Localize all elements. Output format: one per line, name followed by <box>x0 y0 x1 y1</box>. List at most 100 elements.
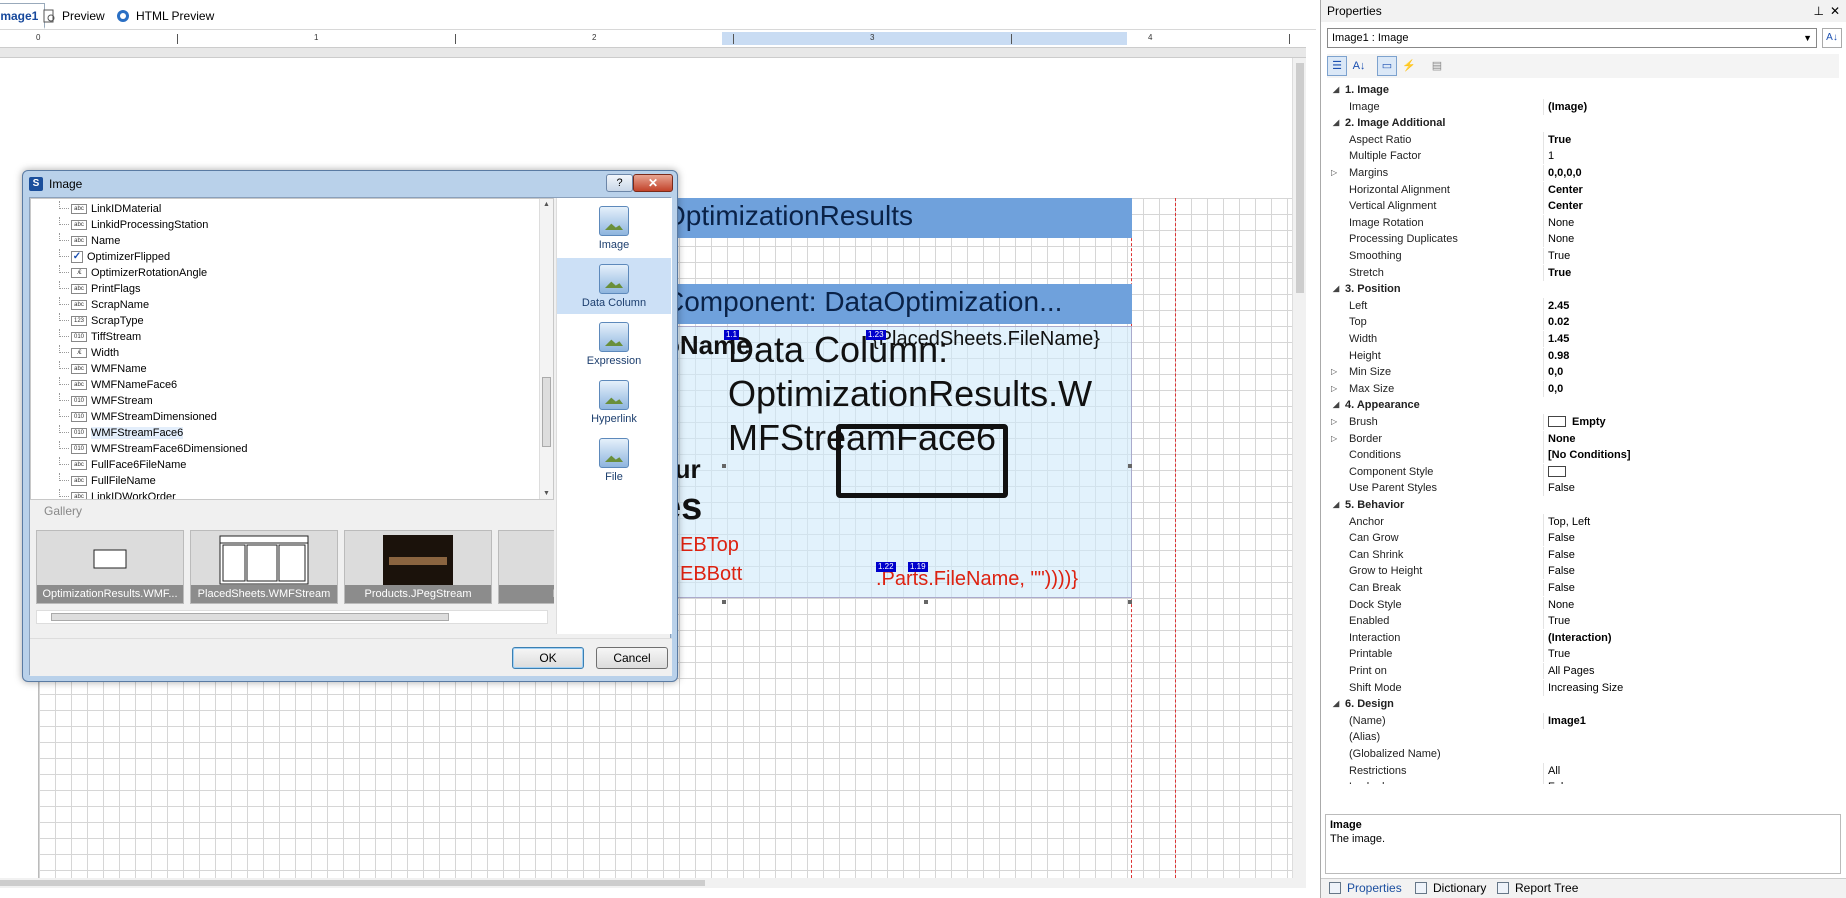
tree-item[interactable]: 010 WMFStreamFace6 <box>59 425 184 441</box>
property-value[interactable]: True <box>1543 264 1833 281</box>
expression-text[interactable]: EBBott <box>680 563 742 586</box>
property-value[interactable]: True <box>1543 248 1833 264</box>
property-row[interactable]: Aspect Ratio True <box>1327 131 1839 148</box>
expand-icon[interactable]: ▷ <box>1331 431 1337 447</box>
property-value[interactable]: 1.45 <box>1543 331 1833 347</box>
collapse-icon[interactable]: ◢ <box>1333 82 1339 98</box>
property-value[interactable]: None <box>1543 214 1833 231</box>
property-row[interactable]: Dock Style None <box>1327 596 1839 613</box>
property-row[interactable]: Left 2.45 <box>1327 297 1839 314</box>
resize-handle[interactable] <box>924 600 928 604</box>
property-category[interactable]: ◢ 2. Image Additional <box>1327 115 1839 132</box>
source-file[interactable]: File <box>557 432 671 488</box>
property-row[interactable]: Grow to Height False <box>1327 563 1839 580</box>
property-value[interactable] <box>1543 463 1833 480</box>
property-value[interactable]: False <box>1543 530 1833 547</box>
gallery-item[interactable]: Products.JPegStream <box>344 530 492 604</box>
tab-html-preview[interactable]: HTML Preview <box>110 3 220 29</box>
resize-handle[interactable] <box>722 600 726 604</box>
tree-item[interactable]: .€ Width <box>59 345 119 361</box>
property-row[interactable]: Restrictions All <box>1327 762 1839 779</box>
tree-item[interactable]: 010 WMFStreamFace6Dimensioned <box>59 441 248 457</box>
ok-button[interactable]: OK <box>512 647 584 669</box>
resize-handle[interactable] <box>722 464 726 468</box>
tree-item[interactable]: ✓ OptimizerFlipped <box>59 249 170 265</box>
property-row[interactable]: ▷ Border None <box>1327 430 1839 447</box>
scroll-down-icon[interactable]: ▼ <box>543 490 550 497</box>
alphabetical-icon[interactable]: A↓ <box>1349 56 1369 76</box>
property-value[interactable]: Center <box>1543 198 1833 215</box>
property-row[interactable]: Anchor Top, Left <box>1327 513 1839 530</box>
tree-item[interactable]: abc WMFName <box>59 361 147 377</box>
sort-order-button[interactable]: A↓ <box>1822 28 1842 48</box>
source-data-column[interactable]: Data Column <box>557 258 671 314</box>
property-value[interactable]: True <box>1543 613 1833 630</box>
property-row[interactable]: ▷ Max Size 0,0 <box>1327 380 1839 397</box>
expand-icon[interactable]: ▷ <box>1331 364 1337 380</box>
tree-item[interactable]: 010 WMFStream <box>59 393 153 409</box>
scrollbar-thumb[interactable] <box>0 880 705 886</box>
property-value[interactable]: Top, Left <box>1543 513 1833 530</box>
categorized-icon[interactable]: ☰ <box>1327 56 1347 76</box>
property-row[interactable]: Can Break False <box>1327 580 1839 596</box>
property-category[interactable]: ◢ 1. Image <box>1327 82 1839 98</box>
tree-item[interactable]: abc Name <box>59 233 120 249</box>
property-value[interactable]: Empty <box>1543 414 1833 430</box>
property-value[interactable]: False <box>1543 480 1833 497</box>
tab-preview[interactable]: Preview <box>36 3 111 29</box>
tree-item[interactable]: 010 WMFStreamDimensioned <box>59 409 217 425</box>
property-value[interactable]: False <box>1543 779 1833 784</box>
pin-icon[interactable]: ⊥ <box>1814 0 1824 22</box>
property-category[interactable]: ◢ 6. Design <box>1327 696 1839 713</box>
help-button[interactable]: ? <box>606 174 633 192</box>
expression-text[interactable]: .Parts.FileName, ""))))} <box>876 568 1078 591</box>
resize-handle[interactable] <box>1128 600 1132 604</box>
property-row[interactable]: Smoothing True <box>1327 248 1839 264</box>
gallery-horizontal-scrollbar[interactable] <box>36 610 548 624</box>
tree-item[interactable]: .€ OptimizerRotationAngle <box>59 265 207 281</box>
property-row[interactable]: Height 0.98 <box>1327 347 1839 364</box>
property-value[interactable]: 0,0 <box>1543 380 1833 397</box>
source-image[interactable]: Image <box>557 200 671 256</box>
property-row[interactable]: Can Grow False <box>1327 530 1839 547</box>
source-expression[interactable]: Expression <box>557 316 671 372</box>
expand-icon[interactable]: ▷ <box>1331 381 1337 397</box>
property-value[interactable]: None <box>1543 596 1833 613</box>
property-value[interactable]: Center <box>1543 181 1833 198</box>
property-row[interactable]: ▷ Brush Empty <box>1327 414 1839 430</box>
property-row[interactable]: Shift Mode Increasing Size <box>1327 679 1839 696</box>
property-value[interactable]: False <box>1543 563 1833 580</box>
property-value[interactable]: (Interaction) <box>1543 629 1833 646</box>
property-row[interactable]: Image (Image) <box>1327 98 1839 115</box>
scroll-up-icon[interactable]: ▲ <box>543 201 550 208</box>
property-row[interactable]: Width 1.45 <box>1327 331 1839 347</box>
tree-item[interactable]: abc WMFNameFace6 <box>59 377 177 393</box>
events-icon[interactable]: ⚡ <box>1399 56 1419 76</box>
property-value[interactable]: 0.98 <box>1543 347 1833 364</box>
property-row[interactable]: Component Style <box>1327 463 1839 480</box>
gallery-item[interactable]: OptimizationResults.WMF... <box>36 530 184 604</box>
tree-item[interactable]: abc ScrapName <box>59 297 149 313</box>
tab-report-tree[interactable]: Report Tree <box>1497 881 1578 895</box>
property-value[interactable]: False <box>1543 546 1833 563</box>
property-row[interactable]: ▷ Margins 0,0,0,0 <box>1327 165 1839 181</box>
property-value[interactable]: True <box>1543 131 1833 148</box>
properties-view-icon[interactable]: ▭ <box>1377 56 1397 76</box>
property-row[interactable]: Image Rotation None <box>1327 214 1839 231</box>
property-value[interactable]: 0,0 <box>1543 364 1833 381</box>
property-row[interactable]: (Alias) <box>1327 729 1839 745</box>
tab-properties[interactable]: Properties <box>1329 881 1402 895</box>
tree-item[interactable]: 010 TiffStream <box>59 329 141 345</box>
property-row[interactable]: ▷ Min Size 0,0 <box>1327 364 1839 381</box>
property-row[interactable]: Multiple Factor 1 <box>1327 148 1839 165</box>
property-category[interactable]: ◢ 4. Appearance <box>1327 397 1839 414</box>
collapse-icon[interactable]: ◢ <box>1333 497 1339 513</box>
property-row[interactable]: Vertical Alignment Center <box>1327 198 1839 215</box>
property-row[interactable]: Print on All Pages <box>1327 663 1839 679</box>
tree-vertical-scrollbar[interactable]: ▲ ▼ <box>539 199 553 499</box>
property-category[interactable]: ◢ 3. Position <box>1327 281 1839 298</box>
selected-image-component[interactable] <box>836 424 1008 498</box>
filename-expression[interactable]: {PlacedSheets.FileName} <box>872 328 1100 351</box>
tree-item[interactable]: abc FullFileName <box>59 473 156 489</box>
close-icon[interactable]: ✕ <box>1830 0 1840 22</box>
